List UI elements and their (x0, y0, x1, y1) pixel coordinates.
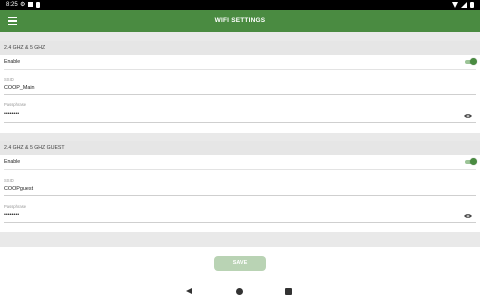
ssid-field-main[interactable]: COOP_Main (4, 85, 35, 91)
footer: SAVE (0, 247, 480, 282)
passphrase-label: Passphrase (4, 102, 27, 107)
passphrase-underline (4, 222, 476, 223)
recent-apps-icon[interactable] (285, 287, 292, 295)
app-bar: WIFI SETTINGS (0, 10, 480, 32)
passphrase-label: Passphrase (4, 204, 27, 209)
navigation-bar (0, 282, 480, 300)
sim-card-icon (28, 2, 34, 7)
ssid-underline (4, 94, 476, 95)
enable-toggle-guest[interactable] (465, 158, 477, 166)
battery-full-icon (470, 2, 474, 8)
section-header-guest: 2.4 GHZ & 5 GHZ GUEST (0, 141, 480, 155)
section-guest-card: Enable SSID COOPguest Passphrase •••••••… (0, 155, 480, 232)
passphrase-underline (4, 122, 476, 123)
enable-toggle-main[interactable] (465, 58, 477, 66)
divider (4, 169, 476, 170)
ssid-label: SSID (4, 77, 14, 82)
save-button[interactable]: SAVE (214, 256, 266, 271)
divider (4, 69, 476, 70)
section-header-main: 2.4 GHZ & 5 GHZ (0, 41, 480, 55)
passphrase-field-main[interactable]: •••••••• (4, 111, 19, 117)
signal-icon (461, 2, 467, 8)
section-title: 2.4 GHZ & 5 GHZ GUEST (4, 145, 65, 151)
status-time: 8:25 (6, 2, 18, 8)
ssid-underline (4, 195, 476, 196)
ssid-label: SSID (4, 178, 14, 183)
back-icon[interactable] (186, 288, 192, 294)
section-title: 2.4 GHZ & 5 GHZ (4, 45, 46, 51)
gear-icon: ⚙ (20, 2, 26, 8)
status-bar: 8:25 ⚙ (0, 0, 480, 10)
eye-icon[interactable] (464, 213, 472, 219)
enable-label: Enable (4, 159, 21, 165)
eye-icon[interactable] (464, 113, 472, 119)
home-icon[interactable] (236, 287, 243, 295)
enable-label: Enable (4, 59, 21, 65)
passphrase-field-guest[interactable]: •••••••• (4, 212, 19, 218)
wifi-icon (452, 2, 458, 8)
section-main-card: Enable SSID COOP_Main Passphrase •••••••… (0, 55, 480, 133)
battery-icon (36, 2, 41, 8)
ssid-field-guest[interactable]: COOPguest (4, 186, 33, 192)
page-title: WIFI SETTINGS (214, 17, 266, 24)
